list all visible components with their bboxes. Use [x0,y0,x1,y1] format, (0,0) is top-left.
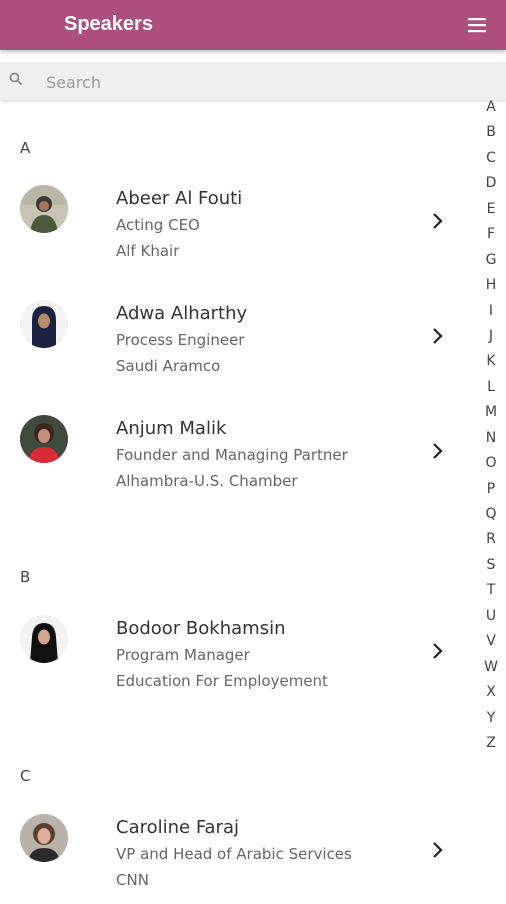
index-letter[interactable]: O [481,451,501,476]
chevron-right-icon[interactable] [432,442,444,460]
speaker-name: Bodoor Bokhamsin [116,618,286,639]
speaker-organization: Alhambra-U.S. Chamber [116,472,298,490]
speaker-organization: CNN [116,871,149,889]
index-letter[interactable]: Q [481,502,501,527]
section-header-b: B [20,568,31,586]
index-letter[interactable]: K [481,349,501,374]
speaker-name: Abeer Al Fouti [116,188,243,209]
speaker-role: Acting CEO [116,216,200,234]
index-letter[interactable]: I [481,299,501,324]
search-icon [9,72,23,86]
speaker-role: Process Engineer [116,331,245,349]
speaker-avatar [20,615,68,663]
index-letter[interactable]: P [481,477,501,502]
speaker-name: Adwa Alharthy [116,303,248,324]
index-letter[interactable]: N [481,426,501,451]
alphabet-index: A B C D E F G H I J K L M N O P Q R S T … [481,95,501,756]
section-header-c: C [20,767,31,785]
index-letter[interactable]: D [481,171,501,196]
search-bar [0,62,506,100]
hamburger-menu-icon[interactable] [468,17,486,33]
index-letter[interactable]: J [481,324,501,349]
index-letter[interactable]: B [481,120,501,145]
speaker-role: VP and Head of Arabic Services [116,845,352,863]
speaker-row[interactable]: Bodoor Bokhamsin Program Manager Educati… [0,615,470,705]
speaker-row[interactable]: Caroline Faraj VP and Head of Arabic Ser… [0,814,470,904]
index-letter[interactable]: Y [481,706,501,731]
index-letter[interactable]: W [481,655,501,680]
chevron-right-icon[interactable] [432,841,444,859]
speaker-row[interactable]: Anjum Malik Founder and Managing Partner… [0,415,470,505]
index-letter[interactable]: E [481,197,501,222]
app-bar: Speakers [0,0,506,50]
speaker-role: Founder and Managing Partner [116,446,348,464]
index-letter[interactable]: M [481,400,501,425]
speaker-row[interactable]: Abeer Al Fouti Acting CEO Alf Khair [0,185,470,275]
index-letter[interactable]: U [481,604,501,629]
speaker-organization: Education For Employement [116,672,328,690]
index-letter[interactable]: V [481,629,501,654]
section-header-a: A [20,139,31,157]
page-title: Speakers [64,13,153,35]
speaker-role: Program Manager [116,646,250,664]
speaker-organization: Saudi Aramco [116,357,221,375]
index-letter[interactable]: F [481,222,501,247]
index-letter[interactable]: C [481,146,501,171]
index-letter[interactable]: Z [481,731,501,756]
chevron-right-icon[interactable] [432,212,444,230]
speaker-name: Anjum Malik [116,418,227,439]
chevron-right-icon[interactable] [432,642,444,660]
speaker-avatar [20,185,68,233]
index-letter[interactable]: L [481,375,501,400]
index-letter[interactable]: R [481,527,501,552]
speaker-avatar [20,814,68,862]
chevron-right-icon[interactable] [432,327,444,345]
speaker-organization: Alf Khair [116,242,180,260]
speaker-avatar [20,300,68,348]
index-letter[interactable]: A [481,95,501,120]
speaker-avatar [20,415,68,463]
speaker-row[interactable]: Adwa Alharthy Process Engineer Saudi Ara… [0,300,470,390]
speaker-name: Caroline Faraj [116,817,239,838]
index-letter[interactable]: T [481,578,501,603]
index-letter[interactable]: S [481,553,501,578]
search-input[interactable] [44,68,448,96]
index-letter[interactable]: H [481,273,501,298]
index-letter[interactable]: G [481,248,501,273]
index-letter[interactable]: X [481,680,501,705]
